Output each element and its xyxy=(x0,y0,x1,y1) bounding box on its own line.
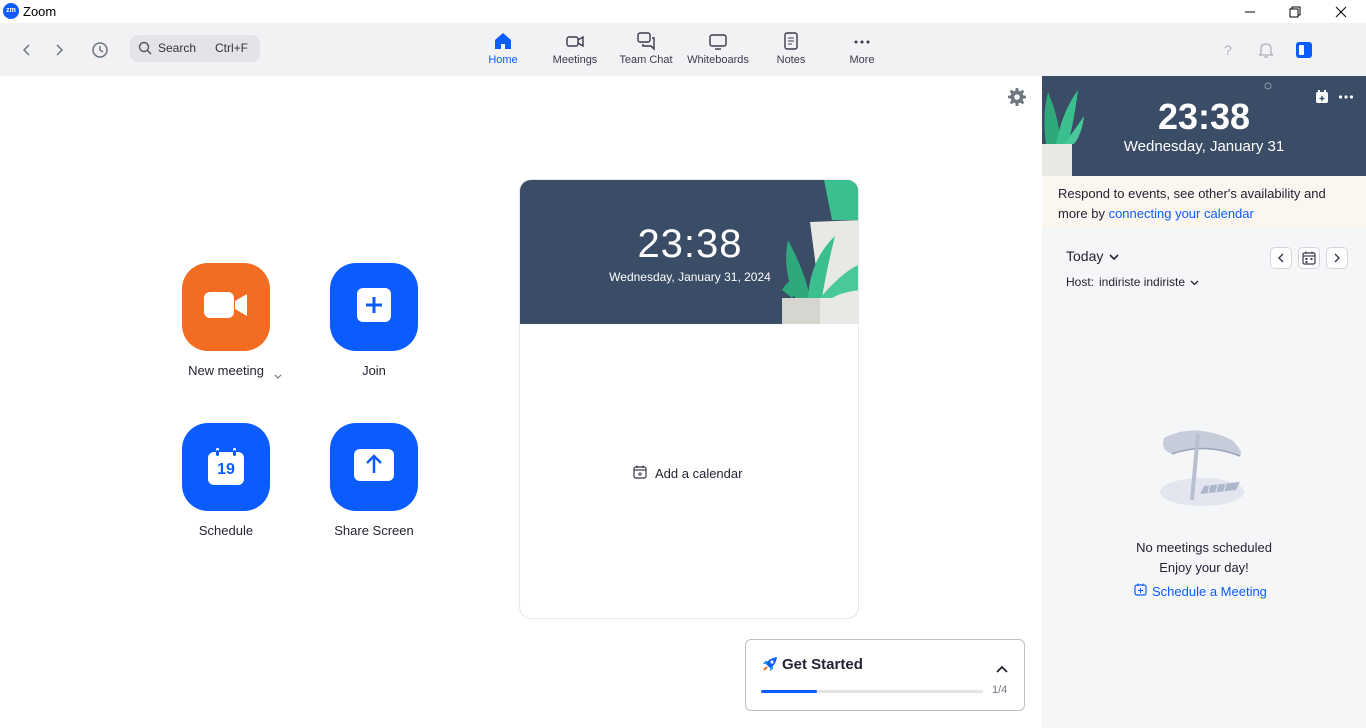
plus-icon xyxy=(357,287,391,327)
tab-label: Meetings xyxy=(552,54,598,66)
tab-more[interactable]: More xyxy=(826,31,898,71)
schedule-meeting-label: Schedule a Meeting xyxy=(1152,583,1267,599)
tab-team-chat[interactable]: Team Chat xyxy=(610,31,682,71)
restore-button[interactable] xyxy=(1272,0,1318,23)
calendar-icon: 19 xyxy=(207,448,245,486)
progress-fill xyxy=(761,690,817,693)
settings-gear-icon[interactable] xyxy=(1006,86,1028,108)
calendar-add-icon xyxy=(633,465,647,482)
add-calendar-label: Add a calendar xyxy=(655,466,743,481)
upcoming-meetings-panel: 23:38 Wednesday, January 31 Respond to e… xyxy=(1042,76,1366,728)
search-shortcut: Ctrl+F xyxy=(215,41,248,55)
host-name: indiriste indiriste xyxy=(1099,275,1186,289)
share-screen-label: Share Screen xyxy=(334,523,414,538)
help-icon[interactable]: ? xyxy=(1217,39,1239,61)
tab-home[interactable]: Home xyxy=(467,31,539,71)
calendar-picker-button[interactable] xyxy=(1298,247,1320,269)
chevron-down-icon xyxy=(1109,248,1119,264)
notes-icon xyxy=(755,31,827,53)
share-screen-tile[interactable] xyxy=(330,423,418,511)
top-toolbar: Search Ctrl+F Home Meetings Team Chat Wh… xyxy=(0,23,1366,76)
whiteboard-icon xyxy=(682,31,754,53)
host-label: Host: xyxy=(1066,275,1095,289)
schedule-meeting-link[interactable]: Schedule a Meeting xyxy=(1134,583,1267,599)
tab-label: Team Chat xyxy=(619,54,673,66)
panel-clock-date: Wednesday, January 31 xyxy=(1123,138,1285,155)
join-label: Join xyxy=(362,363,386,378)
search-icon xyxy=(138,41,152,60)
more-dots-icon xyxy=(826,31,898,53)
get-started-progress-bar xyxy=(761,690,983,693)
tab-label: Whiteboards xyxy=(687,54,749,66)
today-label: Today xyxy=(1066,248,1104,264)
rocket-icon xyxy=(761,655,779,678)
connect-calendar-notice: Respond to events, see other's availabil… xyxy=(1042,176,1366,228)
new-meeting-label: New meeting xyxy=(188,363,264,378)
no-meetings-text: No meetings scheduled xyxy=(1136,540,1272,555)
join-button[interactable]: Join xyxy=(314,263,434,378)
calendar-card: 23:38 Wednesday, January 31, 2024 Add a … xyxy=(519,179,859,619)
date-range-dropdown[interactable]: Today xyxy=(1066,248,1119,264)
clock-date: Wednesday, January 31, 2024 xyxy=(609,270,771,284)
next-day-button[interactable] xyxy=(1326,247,1348,269)
previous-day-button[interactable] xyxy=(1270,247,1292,269)
calendar-add-icon xyxy=(1134,583,1147,599)
panel-banner: 23:38 Wednesday, January 31 xyxy=(1042,76,1366,176)
collapse-chevron-icon[interactable] xyxy=(996,660,1008,678)
panel-clock-time: 23:38 xyxy=(1157,96,1251,137)
schedule-label: Schedule xyxy=(198,523,254,538)
schedule-tile[interactable]: 19 xyxy=(182,423,270,511)
zoom-logo-icon: zm xyxy=(3,3,19,19)
chevron-down-icon xyxy=(1190,275,1199,289)
share-screen-button[interactable]: Share Screen xyxy=(314,423,434,538)
new-meeting-button[interactable]: New meeting xyxy=(166,263,286,379)
minimize-button[interactable] xyxy=(1227,0,1273,23)
back-arrow-icon[interactable] xyxy=(17,40,37,60)
connect-calendar-link[interactable]: connecting your calendar xyxy=(1109,206,1254,221)
add-calendar-button[interactable]: Add a calendar xyxy=(633,465,742,482)
chat-bubbles-icon xyxy=(610,31,682,53)
get-started-widget[interactable]: Get Started 1/4 xyxy=(745,639,1025,711)
close-button[interactable] xyxy=(1318,0,1364,23)
title-bar: zm Zoom xyxy=(0,0,1366,23)
schedule-button[interactable]: 19 Schedule xyxy=(166,423,286,538)
video-camera-icon xyxy=(204,290,248,325)
history-icon[interactable] xyxy=(90,40,110,60)
tab-label: Home xyxy=(488,54,518,66)
notifications-bell-icon[interactable] xyxy=(1255,39,1277,61)
tab-label: More xyxy=(849,54,875,66)
svg-text:?: ? xyxy=(1224,42,1232,58)
host-filter-dropdown[interactable]: Host: indiriste indiriste xyxy=(1066,275,1199,289)
forward-arrow-icon[interactable] xyxy=(49,40,69,60)
join-tile[interactable] xyxy=(330,263,418,351)
tab-meetings[interactable]: Meetings xyxy=(539,31,611,71)
search-input[interactable]: Search Ctrl+F xyxy=(130,35,260,62)
enjoy-day-text: Enjoy your day! xyxy=(1159,560,1249,575)
calendar-day-number: 19 xyxy=(217,461,235,478)
clock-time: 23:38 xyxy=(637,222,743,266)
upload-arrow-icon xyxy=(354,448,394,486)
home-icon xyxy=(467,31,539,53)
tab-whiteboards[interactable]: Whiteboards xyxy=(682,31,754,71)
chevron-down-icon[interactable] xyxy=(274,368,282,383)
progress-count: 1/4 xyxy=(992,684,1008,696)
search-label: Search xyxy=(158,41,197,55)
tab-notes[interactable]: Notes xyxy=(755,31,827,71)
window-title: Zoom xyxy=(23,4,57,19)
video-camera-icon xyxy=(539,31,611,53)
beach-umbrella-illustration xyxy=(1154,426,1254,516)
tab-label: Notes xyxy=(776,54,806,66)
side-panel-toggle-icon[interactable] xyxy=(1293,39,1315,61)
new-meeting-tile[interactable] xyxy=(182,263,270,351)
get-started-title: Get Started xyxy=(782,656,863,673)
calendar-banner: 23:38 Wednesday, January 31, 2024 xyxy=(520,180,858,324)
